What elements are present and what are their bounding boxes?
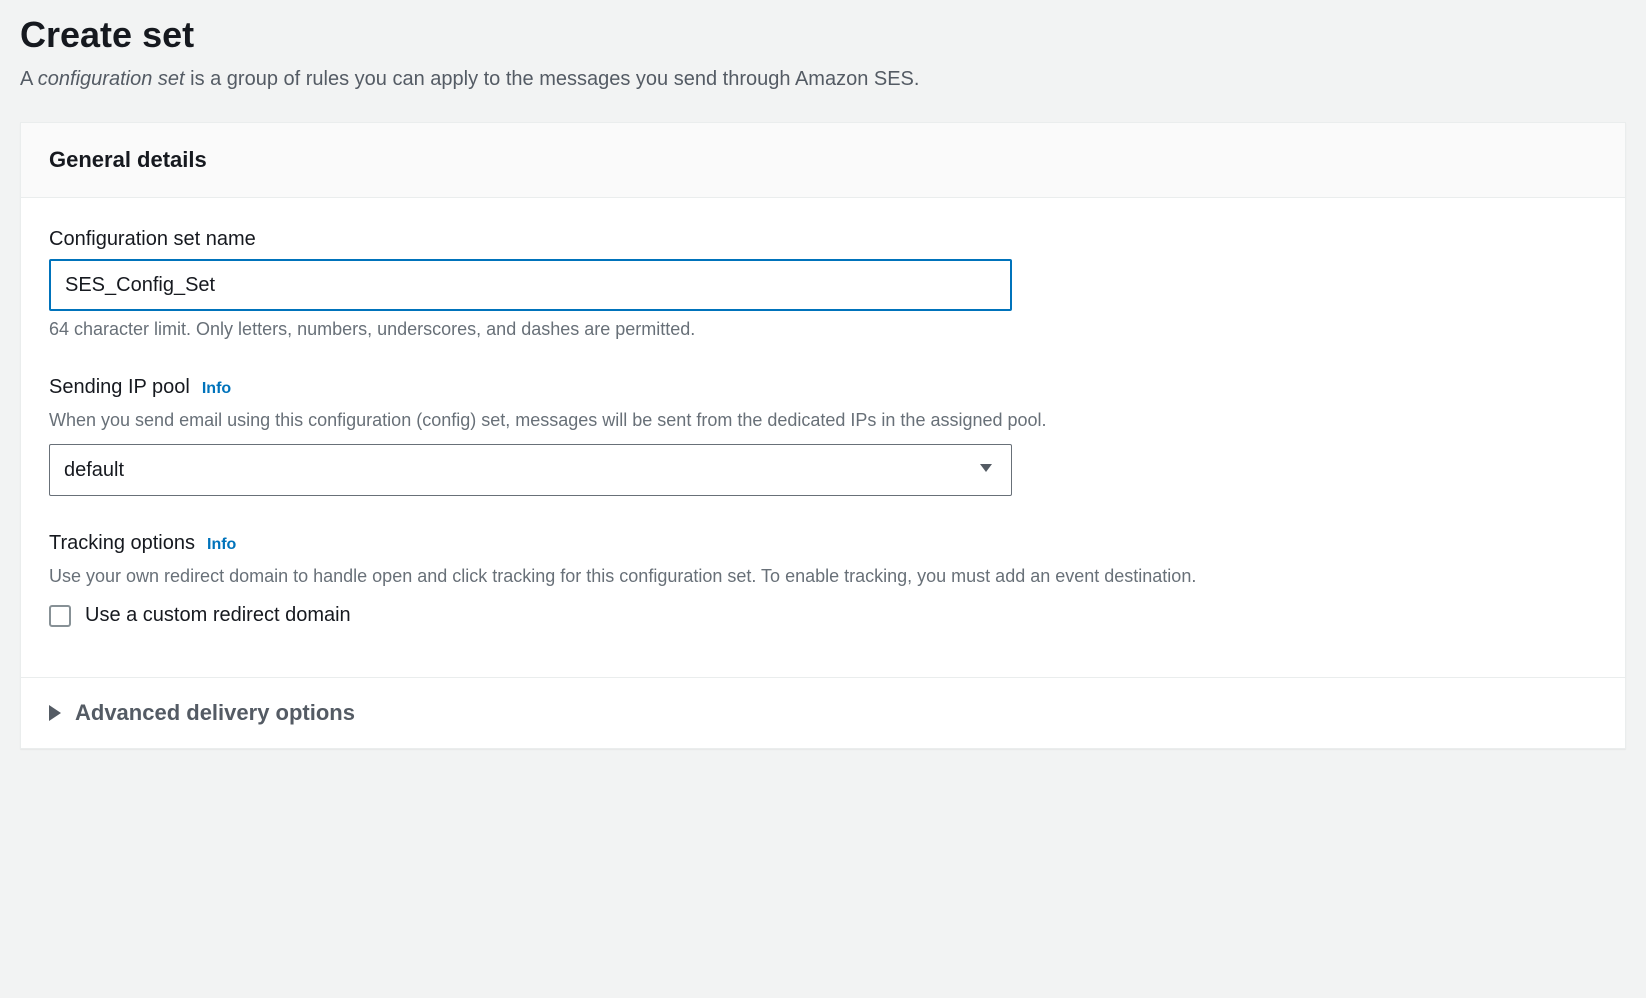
- ip-pool-label-text: Sending IP pool: [49, 376, 190, 399]
- custom-redirect-checkbox[interactable]: [49, 605, 71, 627]
- ip-pool-select[interactable]: default: [49, 444, 1012, 496]
- triangle-right-icon: [49, 705, 61, 721]
- general-details-panel: General details Configuration set name 6…: [20, 122, 1626, 749]
- tracking-row: Tracking options Info Use your own redir…: [49, 532, 1597, 627]
- tracking-label-text: Tracking options: [49, 532, 195, 555]
- config-name-input[interactable]: [49, 259, 1012, 311]
- ip-pool-row: Sending IP pool Info When you send email…: [49, 376, 1597, 496]
- config-name-label: Configuration set name: [49, 228, 1597, 251]
- config-name-hint: 64 character limit. Only letters, number…: [49, 319, 1597, 340]
- ip-pool-description: When you send email using this configura…: [49, 407, 1597, 434]
- panel-header: General details: [21, 123, 1625, 198]
- tracking-info-link[interactable]: Info: [207, 536, 236, 554]
- ip-pool-select-wrap: default: [49, 444, 1012, 496]
- config-name-label-text: Configuration set name: [49, 228, 256, 251]
- custom-redirect-checkbox-label: Use a custom redirect domain: [85, 604, 351, 627]
- ip-pool-info-link[interactable]: Info: [202, 380, 231, 398]
- panel-footer: Advanced delivery options: [21, 677, 1625, 748]
- subtitle-prefix: A: [20, 68, 38, 90]
- config-name-row: Configuration set name 64 character limi…: [49, 228, 1597, 340]
- panel-body: Configuration set name 64 character limi…: [21, 198, 1625, 677]
- page-title: Create set: [20, 0, 1626, 64]
- tracking-label: Tracking options Info: [49, 532, 1597, 555]
- subtitle-suffix: is a group of rules you can apply to the…: [185, 68, 920, 90]
- custom-redirect-checkbox-row[interactable]: Use a custom redirect domain: [49, 604, 1597, 627]
- subtitle-italic: configuration set: [38, 68, 185, 90]
- panel-header-title: General details: [49, 147, 1597, 173]
- advanced-delivery-title: Advanced delivery options: [75, 700, 355, 726]
- advanced-delivery-toggle[interactable]: Advanced delivery options: [49, 700, 1597, 726]
- ip-pool-label: Sending IP pool Info: [49, 376, 1597, 399]
- tracking-description: Use your own redirect domain to handle o…: [49, 563, 1597, 590]
- page-subtitle: A configuration set is a group of rules …: [20, 64, 1626, 122]
